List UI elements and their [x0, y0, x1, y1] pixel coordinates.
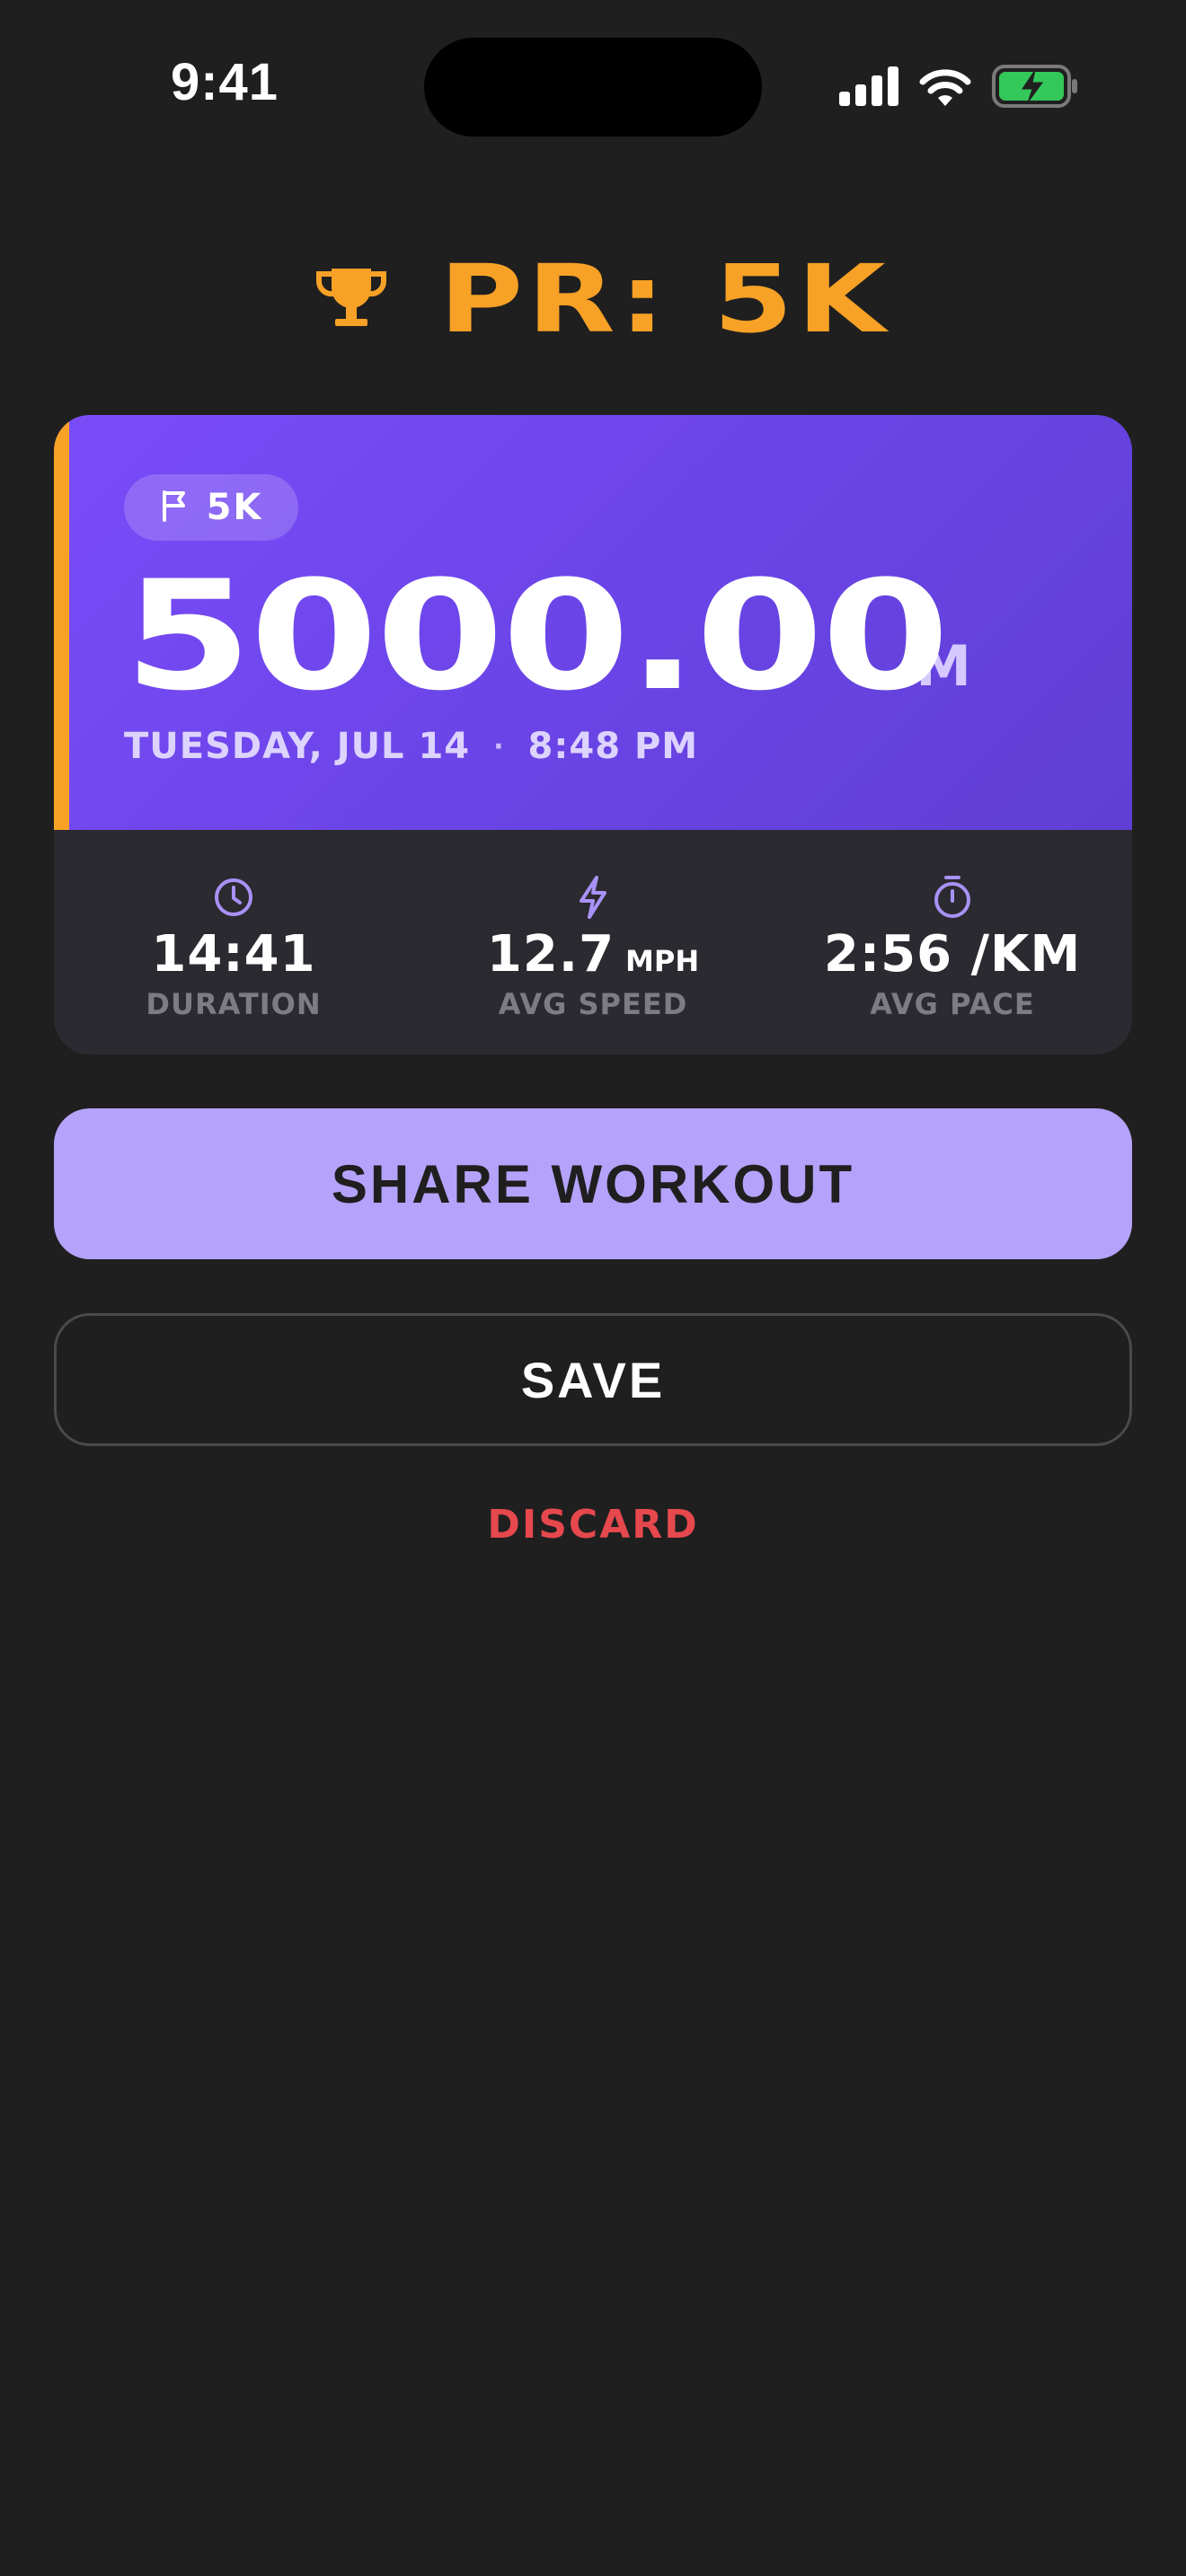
status-icons [839, 61, 1078, 111]
datetime-separator: · [493, 730, 505, 763]
clock-icon [212, 875, 255, 920]
pr-title-text: PR: 5K [439, 244, 890, 354]
distance-value: 5000.00 [124, 548, 950, 724]
discard-button[interactable]: DISCARD [0, 1502, 1186, 1548]
flag-icon [160, 490, 189, 525]
share-workout-label: SHARE WORKOUT [331, 1153, 855, 1214]
dynamic-island [424, 38, 762, 137]
save-label: SAVE [520, 1351, 666, 1408]
chip-label: 5K [206, 487, 263, 528]
card-accent-bar [54, 415, 69, 830]
stat-value: 2:56 /KM [823, 925, 1082, 984]
wifi-icon [918, 66, 972, 106]
stat-avg-pace: 2:56 /KM AVG PACE [773, 830, 1132, 1054]
stat-unit: MPH [625, 944, 700, 978]
distance-display: 5000.00 M [124, 559, 971, 711]
workout-summary-screen: 9:41 PR: 5K 5K 5000.00 M TUESDAY, JUL 14… [0, 0, 1186, 2576]
workout-card: 5K 5000.00 M TUESDAY, JUL 14 · 8:48 PM 1… [54, 415, 1132, 1054]
battery-charging-icon [992, 65, 1078, 108]
share-workout-button[interactable]: SHARE WORKOUT [54, 1108, 1132, 1259]
workout-date: TUESDAY, JUL 14 [124, 726, 471, 767]
cellular-signal-icon [839, 66, 898, 106]
trophy-icon [314, 265, 389, 333]
workout-datetime: TUESDAY, JUL 14 · 8:48 PM [124, 726, 698, 767]
stat-label: AVG SPEED [498, 987, 688, 1021]
stat-label: DURATION [146, 987, 322, 1021]
stats-row: 14:41 DURATION 12.7 MPH AVG SPEED 2:56 /… [54, 830, 1132, 1054]
stat-avg-speed: 12.7 MPH AVG SPEED [413, 830, 773, 1054]
status-time: 9:41 [170, 53, 279, 111]
stat-value: 12.7 [486, 925, 615, 984]
stopwatch-icon [931, 875, 974, 920]
stat-label: AVG PACE [870, 987, 1035, 1021]
stat-value: 14:41 [151, 925, 316, 984]
distance-chip: 5K [124, 474, 298, 541]
page-title: PR: 5K [0, 241, 1186, 357]
lightning-icon [575, 875, 611, 920]
stat-duration: 14:41 DURATION [54, 830, 413, 1054]
workout-time: 8:48 PM [527, 726, 699, 767]
save-button[interactable]: SAVE [54, 1313, 1132, 1446]
